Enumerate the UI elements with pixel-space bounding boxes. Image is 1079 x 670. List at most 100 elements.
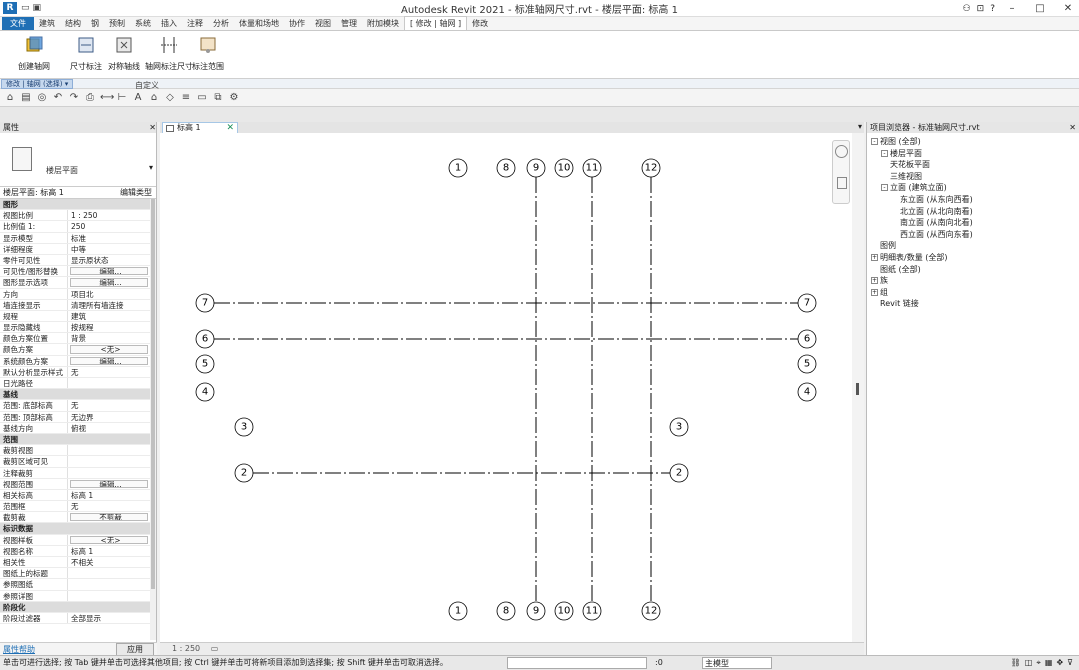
- browser-item[interactable]: 三维视图: [867, 171, 1079, 183]
- edit-type-button[interactable]: 编辑类型: [120, 187, 156, 198]
- property-section[interactable]: 范围: [0, 433, 150, 446]
- tree-toggle-icon[interactable]: +: [871, 288, 878, 296]
- view-tab-level-1[interactable]: 标高 1 ✕: [162, 122, 238, 133]
- detail-level-icon[interactable]: ▭: [211, 644, 219, 653]
- property-value[interactable]: 背景: [68, 333, 150, 343]
- tab-12[interactable]: 管理: [336, 17, 362, 30]
- redo-icon[interactable]: ↷: [68, 92, 80, 103]
- property-value[interactable]: [68, 456, 150, 466]
- property-edit-button[interactable]: 不剪裁: [70, 513, 148, 522]
- browser-item[interactable]: 南立面 (从南向北看): [867, 217, 1079, 229]
- tree-toggle-icon[interactable]: +: [871, 253, 878, 261]
- create-grid-button[interactable]: 创建轴网: [10, 35, 58, 72]
- property-edit-button[interactable]: 编辑...: [70, 356, 148, 365]
- open-icon[interactable]: ⌂: [4, 92, 16, 103]
- user-icon[interactable]: ⚇: [963, 4, 971, 14]
- text-icon[interactable]: A: [132, 92, 144, 103]
- section-icon[interactable]: ◇: [164, 92, 176, 103]
- minimize-button[interactable]: –: [1001, 3, 1023, 14]
- maximize-button[interactable]: □: [1029, 3, 1051, 14]
- property-value[interactable]: [68, 579, 150, 589]
- tab-5[interactable]: 系统: [130, 17, 156, 30]
- select-pinned-icon[interactable]: ⌖: [1036, 656, 1041, 670]
- drag-elements-icon[interactable]: ✥: [1056, 656, 1063, 670]
- property-edit-button[interactable]: 编辑...: [70, 278, 148, 287]
- type-selector[interactable]: 楼层平面 ▾: [0, 133, 156, 187]
- print-icon[interactable]: ⎙: [84, 92, 96, 103]
- property-value[interactable]: 标高 1: [68, 490, 150, 500]
- property-value[interactable]: 不相关: [68, 557, 150, 567]
- canvas-scrollbar[interactable]: [852, 133, 864, 642]
- browser-item[interactable]: - 楼层平面: [867, 148, 1079, 160]
- drawing-canvas[interactable]: 1 1 8 8 9 9 10 10 11 11 12 12 7 7 6 6 5 5 4 4 3 3 2 2: [160, 133, 852, 642]
- apply-button[interactable]: 应用: [116, 642, 154, 656]
- property-value[interactable]: [68, 445, 150, 455]
- browser-item[interactable]: 西立面 (从西向东看): [867, 229, 1079, 241]
- property-edit-button[interactable]: <无>: [70, 345, 148, 354]
- property-edit-button[interactable]: <无>: [70, 535, 148, 544]
- tab-15[interactable]: 修改: [467, 17, 493, 30]
- settings-icon[interactable]: ⚙: [228, 92, 240, 103]
- steering-wheel-icon[interactable]: [835, 145, 848, 158]
- property-section[interactable]: 基线: [0, 389, 150, 401]
- open-icon[interactable]: ▭: [21, 3, 30, 13]
- browser-item[interactable]: 天花板平面: [867, 159, 1079, 171]
- property-value[interactable]: 显示原状态: [68, 255, 150, 265]
- range-button[interactable]: 标注范围: [184, 35, 232, 72]
- thin-lines-icon[interactable]: ≡: [180, 92, 192, 103]
- tree-toggle-icon[interactable]: -: [881, 184, 888, 192]
- tab-0[interactable]: 文件: [2, 17, 34, 30]
- close-icon[interactable]: ✕: [1069, 122, 1076, 133]
- property-value[interactable]: 250: [68, 221, 150, 231]
- browser-item[interactable]: 图纸 (全部): [867, 264, 1079, 276]
- property-value[interactable]: [68, 591, 150, 601]
- tab-3[interactable]: 钢: [86, 17, 104, 30]
- measure-icon[interactable]: ⟷: [100, 92, 114, 103]
- property-value[interactable]: 标准: [68, 233, 150, 243]
- property-value[interactable]: 无边界: [68, 412, 150, 422]
- property-section[interactable]: 阶段化: [0, 601, 150, 613]
- close-hidden-icon[interactable]: ▭: [196, 92, 208, 103]
- tab-1[interactable]: 建筑: [34, 17, 60, 30]
- properties-help-link[interactable]: 属性帮助: [3, 644, 35, 655]
- tab-10[interactable]: 协作: [284, 17, 310, 30]
- view-instance-select[interactable]: 楼层平面: 标高 1: [3, 187, 120, 198]
- browser-item[interactable]: - 视图 (全部): [867, 136, 1079, 148]
- tab-9[interactable]: 体量和场地: [234, 17, 284, 30]
- property-value[interactable]: 中等: [68, 244, 150, 254]
- tab-6[interactable]: 插入: [156, 17, 182, 30]
- select-face-icon[interactable]: ▦: [1045, 656, 1053, 670]
- browser-item[interactable]: Revit 链接: [867, 298, 1079, 310]
- browser-item[interactable]: + 族: [867, 275, 1079, 287]
- undo-icon[interactable]: ↶: [52, 92, 64, 103]
- design-option-select[interactable]: 主模型: [702, 657, 772, 669]
- align-dim-icon[interactable]: ⊢: [116, 92, 128, 103]
- cart-icon[interactable]: ⊡: [977, 4, 985, 14]
- select-underlay-icon[interactable]: ◫: [1025, 656, 1033, 670]
- property-value[interactable]: 建筑: [68, 311, 150, 321]
- tab-11[interactable]: 视图: [310, 17, 336, 30]
- property-section[interactable]: 图形: [0, 199, 150, 211]
- browser-item[interactable]: + 组: [867, 287, 1079, 299]
- tab-4[interactable]: 预制: [104, 17, 130, 30]
- property-value[interactable]: 俯视: [68, 423, 150, 433]
- close-icon[interactable]: ✕: [149, 122, 156, 133]
- property-value[interactable]: 无: [68, 501, 150, 511]
- property-value[interactable]: 项目北: [68, 289, 150, 299]
- tab-13[interactable]: 附加模块: [362, 17, 404, 30]
- workset-select[interactable]: [507, 657, 647, 669]
- property-value[interactable]: 1 : 250: [68, 210, 150, 220]
- view-scale[interactable]: 1 : 250: [172, 644, 200, 653]
- close-icon[interactable]: ✕: [226, 123, 234, 133]
- property-section[interactable]: 标识数据: [0, 523, 150, 535]
- browser-item[interactable]: 北立面 (从北向南看): [867, 206, 1079, 218]
- property-value[interactable]: 按规程: [68, 322, 150, 332]
- property-value[interactable]: [68, 468, 150, 478]
- symmetry-axis-button[interactable]: 对称轴线: [100, 35, 148, 72]
- property-edit-button[interactable]: 编辑...: [70, 267, 148, 276]
- switch-windows-icon[interactable]: ⧉: [212, 92, 224, 103]
- property-value[interactable]: [68, 378, 150, 388]
- property-value[interactable]: 标高 1: [68, 546, 150, 556]
- select-links-icon[interactable]: ⛓: [1011, 656, 1021, 670]
- filter-icon[interactable]: ⊽: [1067, 656, 1073, 670]
